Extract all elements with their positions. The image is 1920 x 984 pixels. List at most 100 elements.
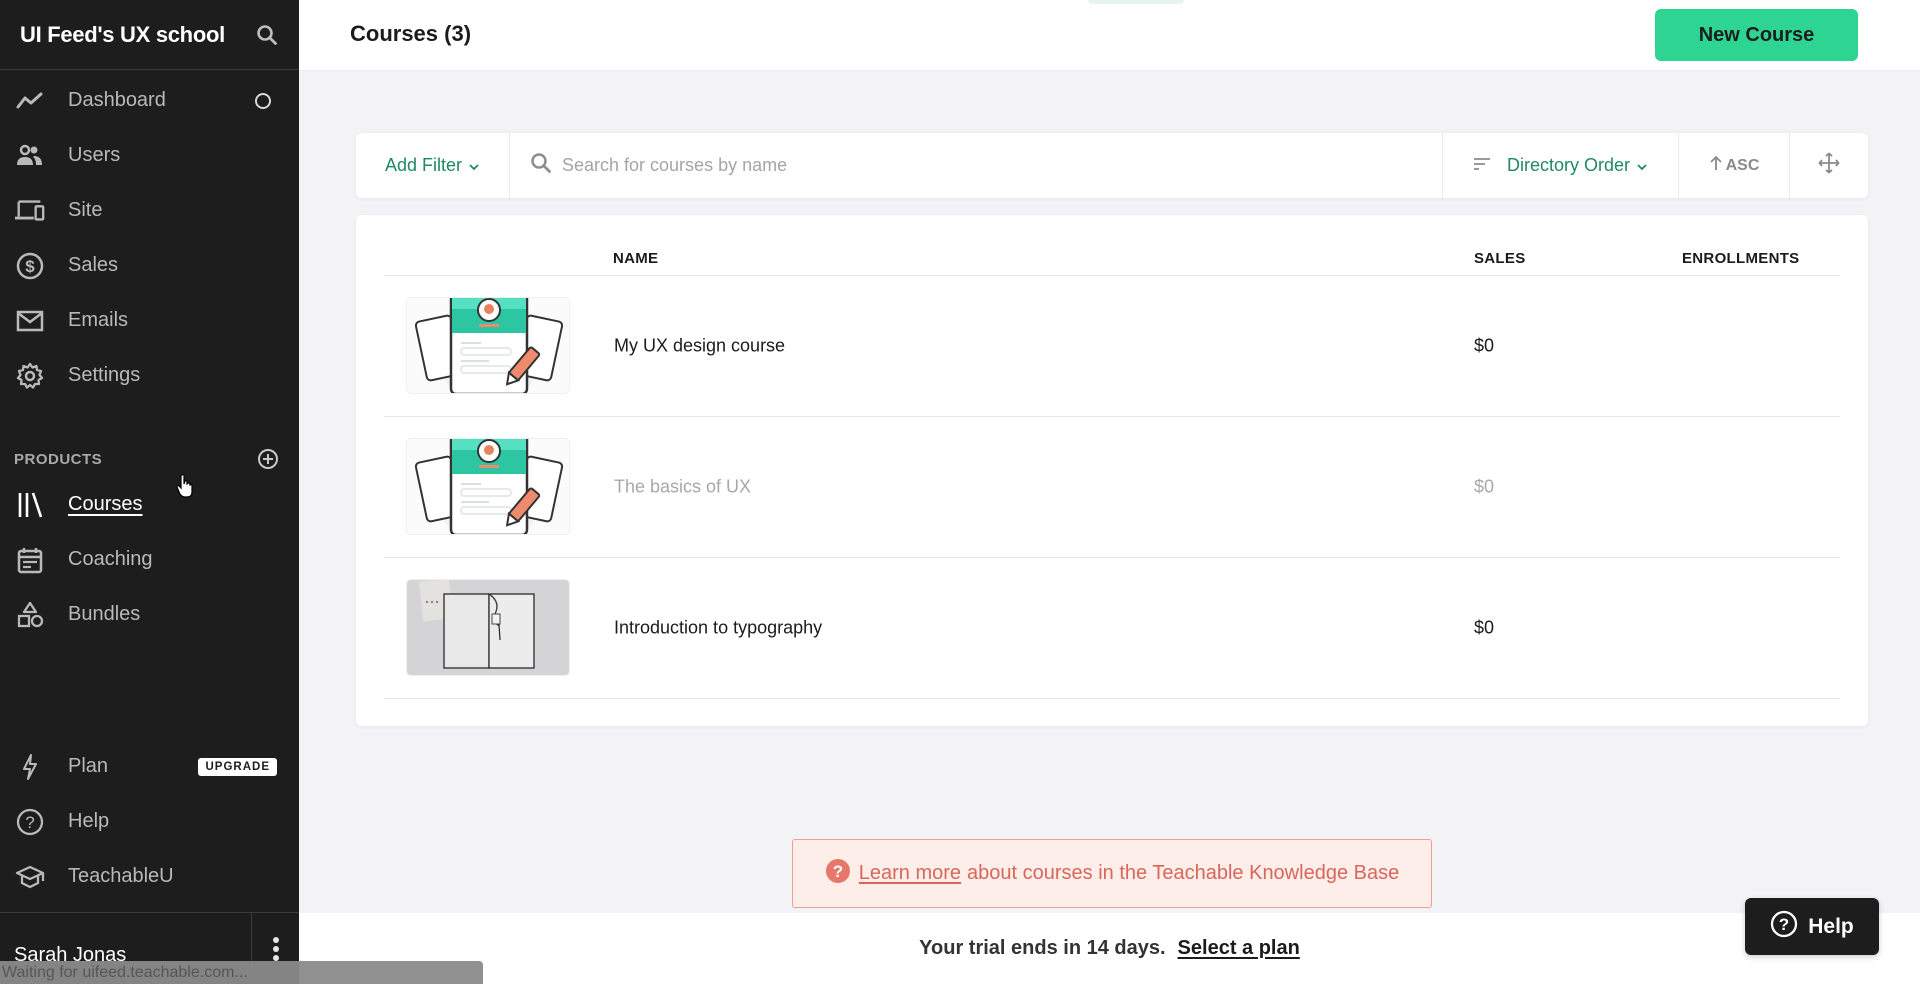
- sidebar-item-coaching[interactable]: Coaching: [0, 532, 299, 587]
- table-header: NAME SALES ENROLLMENTS: [384, 215, 1840, 276]
- products-section-header: PRODUCTS: [0, 441, 299, 477]
- table-row[interactable]: My UX design course $0: [384, 276, 1840, 417]
- school-name[interactable]: UI Feed's UX school: [20, 22, 225, 48]
- filter-bar: Add Filter Directory Order ASC: [356, 133, 1868, 198]
- learn-more-link[interactable]: Learn more: [859, 862, 961, 885]
- sidebar-item-users[interactable]: Users: [0, 128, 299, 183]
- sidebar-item-sales[interactable]: $ Sales: [0, 238, 299, 293]
- sidebar-item-label: Courses: [68, 493, 143, 515]
- sidebar-item-label: TeachableU: [68, 865, 174, 887]
- lightning-icon: [14, 751, 46, 783]
- browser-status-bar: Waiting for uifeed.teachable.com...: [0, 961, 483, 984]
- course-sales: $0: [1474, 617, 1495, 638]
- help-button-label: Help: [1808, 914, 1854, 938]
- sidebar-item-label: Dashboard: [68, 89, 166, 111]
- svg-text:?: ?: [1779, 915, 1789, 934]
- library-icon: [14, 489, 46, 521]
- course-name[interactable]: Introduction to typography: [614, 618, 822, 639]
- column-header-enrollments[interactable]: ENROLLMENTS: [1682, 250, 1799, 267]
- sidebar-header: UI Feed's UX school: [0, 0, 299, 70]
- sidebar-item-courses[interactable]: Courses: [0, 477, 299, 532]
- sidebar-item-help[interactable]: ? Help: [0, 794, 299, 849]
- sort-direction-label: ASC: [1725, 156, 1760, 174]
- course-sales: $0: [1474, 335, 1495, 356]
- sidebar-item-bundles[interactable]: Bundles: [0, 587, 299, 642]
- table-row[interactable]: Introduction to typography $0: [384, 558, 1840, 699]
- arrow-up-icon: [1709, 155, 1723, 176]
- sidebar-item-label: Coaching: [68, 548, 153, 570]
- course-name[interactable]: The basics of UX: [614, 477, 751, 498]
- add-product-icon[interactable]: [257, 448, 279, 470]
- users-icon: [14, 140, 46, 172]
- trial-message: Your trial ends in 14 days.: [919, 937, 1166, 959]
- page-header: Courses (3) New Course: [299, 0, 1920, 71]
- search-icon[interactable]: [255, 23, 279, 47]
- chevron-down-icon: [1636, 155, 1648, 176]
- sort-order-dropdown[interactable]: Directory Order: [1443, 133, 1679, 198]
- course-thumbnail: [406, 297, 570, 394]
- search-input[interactable]: [562, 155, 1262, 176]
- courses-table: NAME SALES ENROLLMENTS My UX design cour…: [356, 215, 1868, 726]
- table-row[interactable]: The basics of UX $0: [384, 417, 1840, 558]
- calendar-icon: [14, 544, 46, 576]
- sidebar-item-label: Plan: [68, 755, 109, 777]
- new-course-button[interactable]: New Course: [1655, 9, 1858, 61]
- graduation-cap-icon: [14, 861, 46, 893]
- dollar-circle-icon: $: [14, 250, 46, 282]
- sidebar-item-plan[interactable]: Plan UPGRADE: [0, 739, 299, 794]
- sidebar-item-label: Help: [68, 810, 110, 832]
- sidebar-item-label: Sales: [68, 254, 119, 276]
- shapes-icon: [14, 599, 46, 631]
- select-plan-link[interactable]: Select a plan: [1178, 937, 1300, 960]
- sidebar-item-emails[interactable]: Emails: [0, 293, 299, 348]
- sort-order-label: Directory Order: [1506, 155, 1631, 175]
- move-icon: [1818, 152, 1840, 179]
- column-header-name[interactable]: NAME: [613, 250, 658, 267]
- sidebar-item-label: Settings: [68, 364, 141, 386]
- sort-lines-icon: [1473, 155, 1491, 176]
- add-filter-dropdown[interactable]: Add Filter: [356, 133, 510, 198]
- course-name[interactable]: My UX design course: [614, 336, 785, 357]
- trial-banner: Your trial ends in 14 days. Select a pla…: [299, 913, 1920, 984]
- add-filter-label: Add Filter: [384, 155, 463, 175]
- course-sales: $0: [1474, 476, 1495, 497]
- sidebar-item-dashboard[interactable]: Dashboard: [0, 73, 299, 128]
- question-circle-icon: ?: [1770, 910, 1798, 944]
- help-button[interactable]: ? Help: [1745, 898, 1879, 955]
- sidebar-item-teachableu[interactable]: TeachableU: [0, 849, 299, 904]
- column-header-sales[interactable]: SALES: [1474, 250, 1526, 267]
- search-icon: [530, 152, 552, 179]
- page-title: Courses (3): [350, 21, 472, 46]
- devices-icon: [14, 195, 46, 227]
- svg-text:?: ?: [833, 862, 843, 881]
- sidebar-item-site[interactable]: Site: [0, 183, 299, 238]
- gear-icon: [14, 360, 46, 392]
- course-thumbnail: [406, 579, 570, 676]
- loading-indicator: [255, 92, 271, 109]
- hand-cursor-icon: [176, 473, 196, 499]
- sidebar-item-label: Bundles: [68, 603, 141, 625]
- status-text: Waiting for uifeed.teachable.com...: [2, 964, 248, 981]
- sidebar-item-label: Users: [68, 144, 121, 166]
- upgrade-badge[interactable]: UPGRADE: [198, 757, 277, 776]
- reorder-handle[interactable]: [1790, 133, 1868, 198]
- course-thumbnail: [406, 438, 570, 535]
- svg-text:?: ?: [25, 813, 34, 832]
- chevron-down-icon: [468, 155, 480, 176]
- trend-line-icon: [14, 85, 46, 117]
- sidebar-item-label: Emails: [68, 309, 129, 331]
- loading-bar: [1088, 0, 1184, 4]
- knowledge-base-banner: ? Learn more about courses in the Teacha…: [792, 839, 1432, 908]
- envelope-icon: [14, 305, 46, 337]
- question-circle-icon: ?: [825, 858, 851, 890]
- products-heading: PRODUCTS: [14, 450, 103, 468]
- sidebar: UI Feed's UX school Dashboard Users Site: [0, 0, 299, 984]
- sidebar-item-label: Site: [68, 199, 103, 221]
- sort-direction-toggle[interactable]: ASC: [1679, 133, 1790, 198]
- sidebar-bottom-nav: Plan UPGRADE ? Help TeachableU: [0, 739, 299, 904]
- svg-text:$: $: [25, 257, 35, 276]
- banner-text: about courses in the Teachable Knowledge…: [967, 862, 1400, 884]
- sidebar-item-settings[interactable]: Settings: [0, 348, 299, 403]
- sidebar-nav: Dashboard Users Site $ Sales Emails Sett…: [0, 70, 299, 403]
- question-circle-icon: ?: [14, 806, 46, 838]
